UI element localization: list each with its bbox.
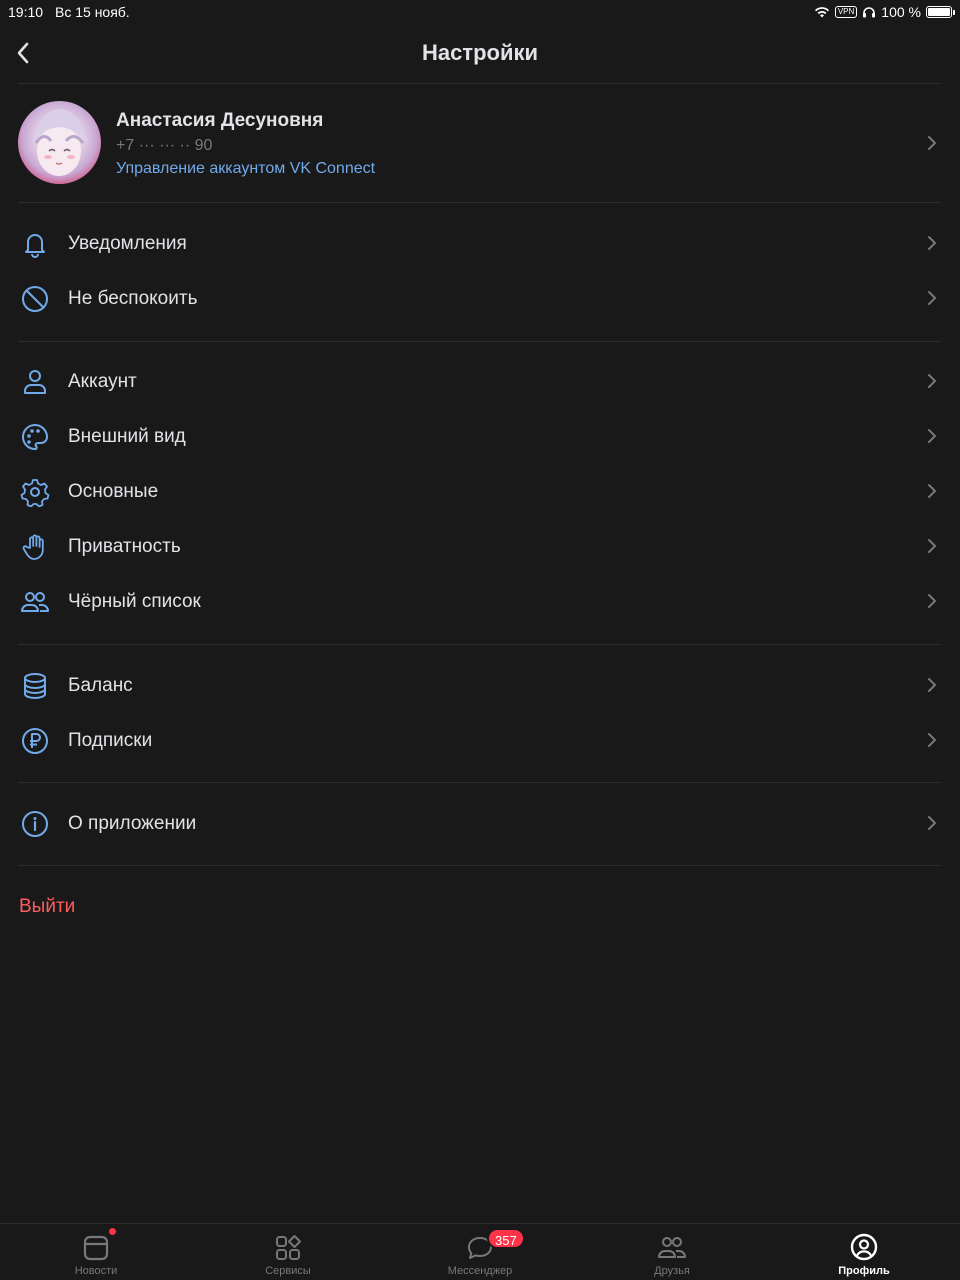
gear-icon: [20, 479, 50, 507]
tab-label: Друзья: [654, 1265, 690, 1277]
hand-icon: [22, 534, 44, 560]
logout-button[interactable]: Выйти: [19, 896, 75, 918]
status-date: Вс 15 нояб.: [55, 4, 130, 20]
tab-messenger[interactable]: Мессенджер: [384, 1224, 576, 1280]
news-icon: [83, 1235, 109, 1261]
chevron-right-icon: [928, 429, 936, 443]
settings-row-subscriptions[interactable]: Подписки: [0, 713, 960, 768]
divider: [18, 202, 941, 203]
tab-friends[interactable]: Друзья: [576, 1224, 768, 1280]
settings-row-blacklist[interactable]: Чёрный список: [0, 574, 960, 629]
chevron-right-icon: [928, 816, 936, 830]
settings-row-label: Баланс: [68, 675, 133, 696]
bell-icon: [25, 234, 45, 258]
coins-stack-icon: [24, 673, 46, 700]
chevron-right-icon: [928, 539, 936, 553]
avatar[interactable]: [18, 101, 101, 184]
page-title: Настройки: [421, 40, 539, 65]
tab-label: Сервисы: [265, 1265, 311, 1277]
user-icon: [24, 370, 46, 394]
profile-name: Анастасия Десуновня: [116, 110, 324, 131]
chevron-right-icon: [928, 374, 936, 388]
tab-bar: Новости Сервисы Мессенджер 357 Друзья Пр…: [0, 1223, 960, 1280]
battery-icon: [926, 6, 955, 18]
settings-row-label: Уведомления: [68, 233, 187, 254]
vpn-badge: VPN: [834, 6, 858, 18]
chevron-right-icon: [928, 594, 936, 608]
chevron-right-icon: [928, 236, 936, 250]
settings-row-label: О приложении: [68, 813, 197, 834]
settings-row-privacy[interactable]: Приватность: [0, 519, 960, 574]
info-icon: [22, 811, 48, 837]
divider: [18, 644, 941, 645]
tab-label: Новости: [74, 1265, 118, 1277]
divider: [18, 865, 941, 866]
battery-percent: 100 %: [881, 4, 921, 20]
do-not-disturb-icon: [22, 286, 48, 312]
tab-services[interactable]: Сервисы: [192, 1224, 384, 1280]
chevron-right-icon: [928, 291, 936, 305]
profile-card[interactable]: Анастасия Десуновня +7 ··· ··· ·· 90 Упр…: [0, 84, 960, 202]
settings-row-label: Аккаунт: [68, 371, 137, 392]
settings-row-appearance[interactable]: Внешний вид: [0, 409, 960, 464]
status-bar: 19:10 Вс 15 нояб. VPN 100 %: [0, 0, 960, 24]
settings-row-label: Основные: [68, 481, 159, 502]
tab-news[interactable]: Новости: [0, 1224, 192, 1280]
status-indicators: VPN 100 %: [814, 4, 955, 20]
friends-icon: [658, 1237, 686, 1258]
notification-dot: [109, 1228, 116, 1235]
settings-row-label: Подписки: [68, 730, 153, 751]
divider: [18, 341, 941, 342]
tab-label: Профиль: [838, 1265, 890, 1277]
profile-icon: [850, 1233, 878, 1261]
settings-row-label: Внешний вид: [68, 426, 186, 447]
tab-profile[interactable]: Профиль: [768, 1224, 960, 1280]
settings-row-general[interactable]: Основные: [0, 464, 960, 519]
chevron-right-icon: [928, 678, 936, 692]
unread-badge: 357: [487, 1228, 525, 1249]
vk-connect-link[interactable]: Управление аккаунтом VK Connect: [116, 160, 375, 178]
settings-row-about[interactable]: О приложении: [0, 796, 960, 851]
chevron-right-icon: [928, 733, 936, 747]
headphones-icon: [863, 7, 876, 18]
ruble-icon: [22, 728, 48, 754]
nav-bar: Настройки: [0, 24, 960, 84]
settings-row-label: Не беспокоить: [68, 288, 198, 309]
settings-row-label: Чёрный список: [68, 591, 201, 612]
settings-row-label: Приватность: [68, 536, 181, 557]
profile-phone: +7 ··· ··· ·· 90: [116, 137, 213, 154]
chevron-right-icon: [928, 136, 936, 150]
wifi-icon: [814, 7, 829, 18]
settings-row-balance[interactable]: Баланс: [0, 658, 960, 713]
divider: [18, 782, 941, 783]
avatar-image: [32, 109, 88, 176]
settings-row-do-not-disturb[interactable]: Не беспокоить: [0, 271, 960, 326]
status-time: 19:10: [8, 4, 44, 20]
tab-label: Мессенджер: [447, 1265, 513, 1277]
settings-row-account[interactable]: Аккаунт: [0, 354, 960, 409]
settings-row-notifications[interactable]: Уведомления: [0, 216, 960, 271]
chevron-right-icon: [928, 484, 936, 498]
users-icon: [21, 592, 49, 612]
services-icon: [276, 1235, 301, 1260]
palette-icon: [22, 423, 49, 451]
